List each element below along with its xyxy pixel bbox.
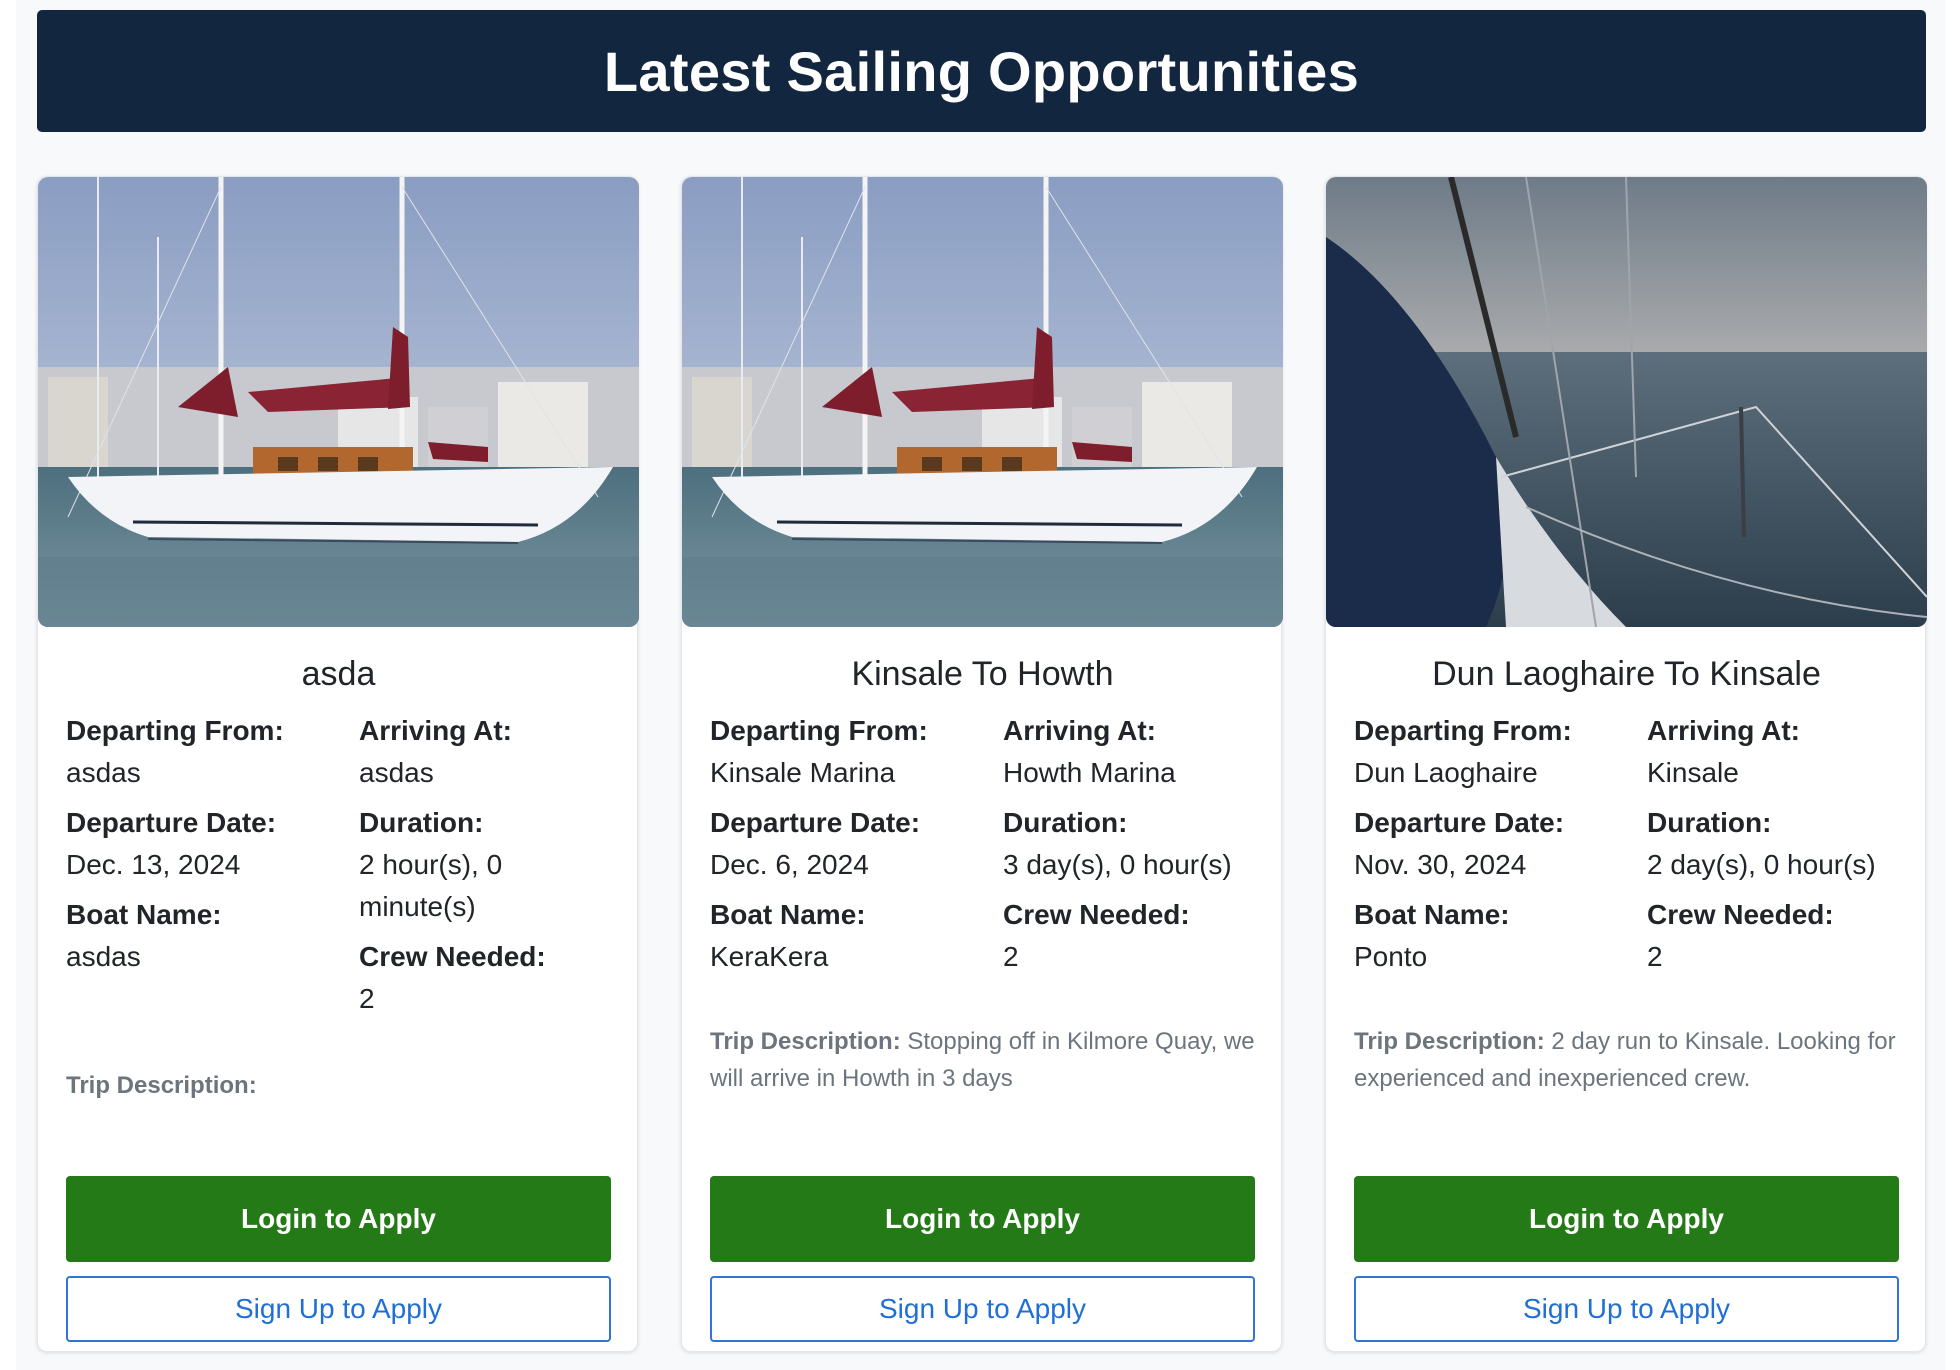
departure-date-label: Departure Date: bbox=[710, 807, 921, 838]
departure-date-value: Dec. 6, 2024 bbox=[710, 849, 869, 880]
departure-date-label: Departure Date: bbox=[66, 807, 277, 838]
login-to-apply-button[interactable]: Login to Apply bbox=[1354, 1176, 1899, 1262]
sea-view-from-deck-photo-icon bbox=[1326, 177, 1927, 627]
trip-title: asda bbox=[301, 655, 376, 693]
duration-value: 3 day(s), 0 hour(s) bbox=[1003, 849, 1232, 880]
departing-from-label: Departing From: bbox=[1354, 715, 1572, 746]
login-to-apply-button[interactable]: Login to Apply bbox=[710, 1176, 1255, 1262]
trip-photo bbox=[1326, 177, 1927, 627]
departure-date-value: Nov. 30, 2024 bbox=[1354, 849, 1527, 880]
crew-needed-value: 2 bbox=[1003, 941, 1019, 972]
trip-card: Dun Laoghaire To Kinsale Departing From:… bbox=[1325, 176, 1927, 1352]
arriving-at-value: Kinsale bbox=[1647, 757, 1739, 788]
arriving-at-label: Arriving At: bbox=[1647, 715, 1800, 746]
arriving-at-label: Arriving At: bbox=[359, 715, 512, 746]
login-to-apply-button[interactable]: Login to Apply bbox=[66, 1176, 611, 1262]
sign-up-to-apply-button[interactable]: Sign Up to Apply bbox=[1354, 1276, 1899, 1342]
crew-needed-value: 2 bbox=[359, 983, 375, 1014]
boat-name-value: Ponto bbox=[1354, 941, 1428, 972]
duration-label: Duration: bbox=[1647, 807, 1772, 838]
arriving-at-label: Arriving At: bbox=[1003, 715, 1156, 746]
duration-label: Duration: bbox=[359, 807, 484, 838]
crew-needed-label: Crew Needed: bbox=[1647, 899, 1834, 930]
boat-name-value: KeraKera bbox=[710, 941, 829, 972]
crew-needed-label: Crew Needed: bbox=[359, 941, 546, 972]
departing-from-label: Departing From: bbox=[66, 715, 284, 746]
duration-value: 2 hour(s), 0 minute(s) bbox=[359, 849, 503, 922]
arriving-at-value: Howth Marina bbox=[1003, 757, 1176, 788]
arriving-at-value: asdas bbox=[359, 757, 434, 788]
marina-sailboat-photo-icon bbox=[38, 177, 639, 627]
departing-from-label: Departing From: bbox=[710, 715, 928, 746]
departing-from-value: Dun Laoghaire bbox=[1354, 757, 1538, 788]
boat-name-label: Boat Name: bbox=[66, 899, 222, 930]
page-banner: Latest Sailing Opportunities bbox=[37, 10, 1926, 132]
trip-description-label: Trip Description: bbox=[710, 1028, 901, 1055]
trip-card-list: asda Departing From: asdas Departure Dat… bbox=[37, 176, 1927, 1352]
duration-value: 2 day(s), 0 hour(s) bbox=[1647, 849, 1876, 880]
marina-sailboat-photo-icon bbox=[682, 177, 1283, 627]
trip-description-label: Trip Description: bbox=[66, 1072, 257, 1099]
trip-description: Trip Description: Stopping off in Kilmor… bbox=[710, 1023, 1255, 1097]
sign-up-to-apply-button[interactable]: Sign Up to Apply bbox=[710, 1276, 1255, 1342]
trip-card: Kinsale To Howth Departing From: Kinsale… bbox=[681, 176, 1283, 1352]
trip-description: Trip Description: bbox=[66, 1067, 611, 1104]
departing-from-value: asdas bbox=[66, 757, 141, 788]
crew-needed-label: Crew Needed: bbox=[1003, 899, 1190, 930]
trip-photo bbox=[38, 177, 639, 627]
trip-card: asda Departing From: asdas Departure Dat… bbox=[37, 176, 639, 1352]
departing-from-value: Kinsale Marina bbox=[710, 757, 896, 788]
boat-name-label: Boat Name: bbox=[710, 899, 866, 930]
trip-photo bbox=[682, 177, 1283, 627]
departure-date-label: Departure Date: bbox=[1354, 807, 1565, 838]
trip-title: Dun Laoghaire To Kinsale bbox=[1432, 655, 1821, 693]
trip-title: Kinsale To Howth bbox=[851, 655, 1114, 693]
departure-date-value: Dec. 13, 2024 bbox=[66, 849, 241, 880]
crew-needed-value: 2 bbox=[1647, 941, 1663, 972]
trip-description: Trip Description: 2 day run to Kinsale. … bbox=[1354, 1023, 1899, 1097]
boat-name-label: Boat Name: bbox=[1354, 899, 1510, 930]
trip-description-label: Trip Description: bbox=[1354, 1028, 1545, 1055]
sign-up-to-apply-button[interactable]: Sign Up to Apply bbox=[66, 1276, 611, 1342]
page: Latest Sailing Opportunities asda Depart… bbox=[16, 0, 1946, 1370]
duration-label: Duration: bbox=[1003, 807, 1128, 838]
boat-name-value: asdas bbox=[66, 941, 141, 972]
page-title: Latest Sailing Opportunities bbox=[603, 39, 1360, 103]
